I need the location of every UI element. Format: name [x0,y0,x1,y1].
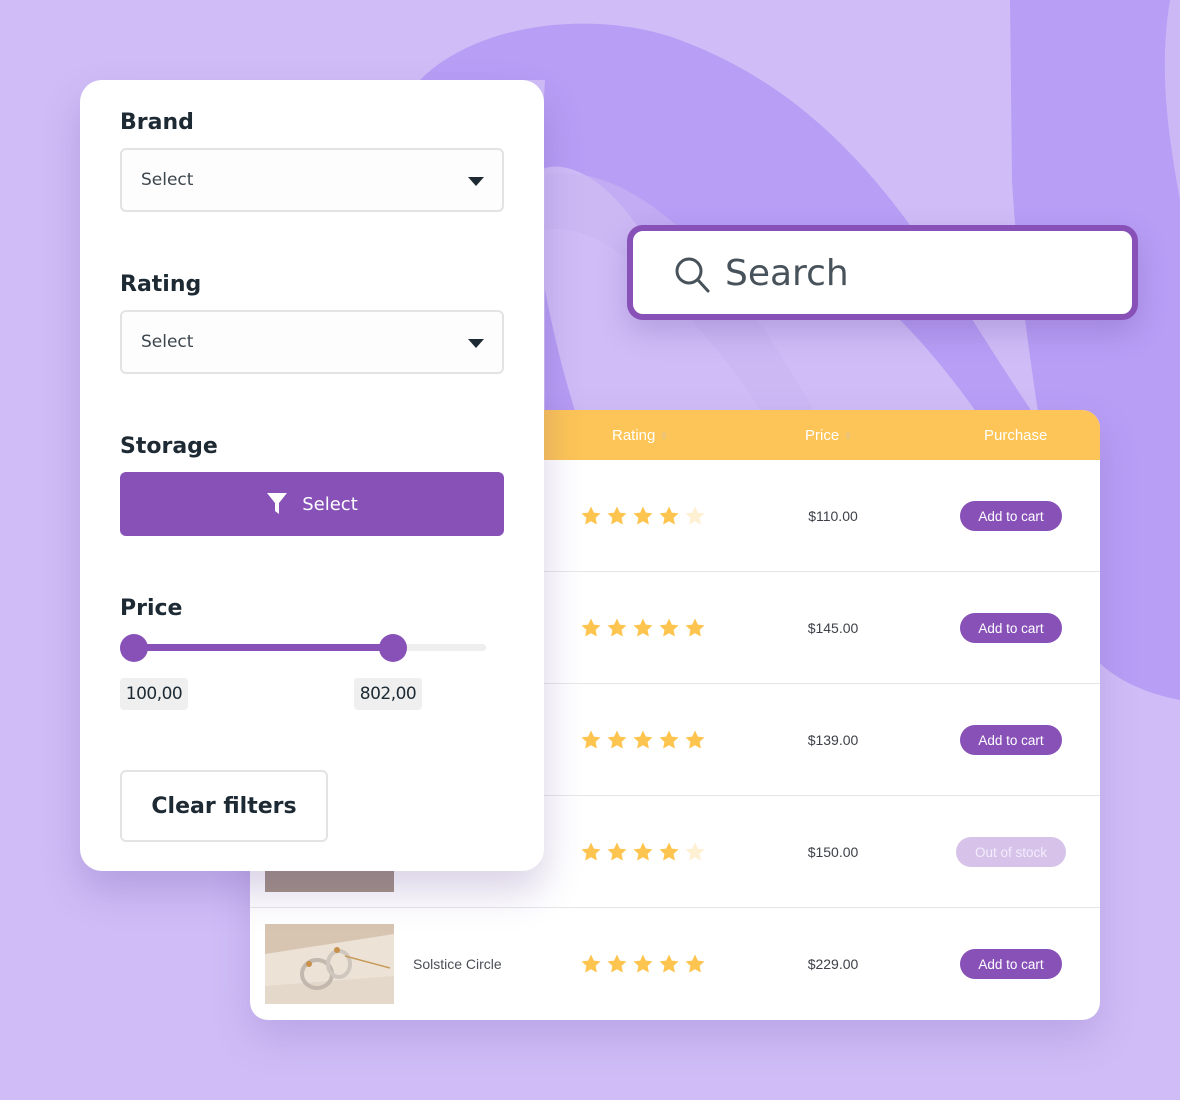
search-icon [675,257,710,293]
price-label: Price [120,596,183,621]
slider-fill [134,644,393,651]
star-filled-icon [607,730,627,749]
star-filled-icon [633,842,653,861]
out-of-stock-button: Out of stock [956,837,1066,867]
table-row: Solstice Circle $229.00 Add to cart [250,908,1100,1020]
column-header-price[interactable]: Price [805,410,852,460]
star-filled-icon [581,506,601,525]
storage-select-button[interactable]: Select [120,472,504,536]
column-header-purchase: Purchase [984,410,1047,460]
search-box[interactable] [627,225,1138,320]
column-header-label: Price [805,426,840,444]
filter-panel: Brand Select Rating Select Storage Selec… [80,80,544,871]
product-price: $150.00 [807,844,859,860]
column-header-label: Purchase [984,426,1048,444]
column-header-label: Rating [612,426,656,444]
star-filled-icon [659,506,679,525]
brand-select-value: Select [141,170,194,190]
product-price: $229.00 [807,956,859,972]
chevron-down-icon [468,177,484,186]
rating-select-value: Select [141,332,194,352]
star-filled-icon [633,730,653,749]
brand-select[interactable]: Select [120,148,504,212]
add-to-cart-button[interactable]: Add to cart [960,613,1062,643]
chevron-down-icon [468,339,484,348]
star-filled-icon [633,954,653,973]
price-range-slider[interactable] [120,633,486,663]
star-filled-icon [607,842,627,861]
star-filled-icon [659,842,679,861]
star-filled-icon [685,954,705,973]
price-max-value: 802,00 [354,678,422,710]
add-to-cart-button[interactable]: Add to cart [960,949,1062,979]
star-empty-icon [685,506,705,525]
storage-label: Storage [120,434,218,459]
product-thumbnail[interactable] [265,924,394,1004]
column-header-rating[interactable]: Rating [612,410,668,460]
product-price: $110.00 [808,508,858,524]
star-filled-icon [685,730,705,749]
search-input[interactable] [725,247,1105,299]
rating-select[interactable]: Select [120,310,504,374]
clear-filters-button[interactable]: Clear filters [120,770,328,842]
add-to-cart-button[interactable]: Add to cart [960,725,1062,755]
star-rating [580,684,706,796]
star-rating [580,572,706,684]
star-filled-icon [581,842,601,861]
star-filled-icon [581,954,601,973]
star-filled-icon [659,730,679,749]
star-rating [580,460,706,572]
star-filled-icon [633,506,653,525]
star-filled-icon [659,954,679,973]
star-filled-icon [581,618,601,637]
funnel-icon [267,493,288,514]
product-price: $139.00 [807,732,859,748]
star-filled-icon [633,618,653,637]
star-filled-icon [685,618,705,637]
product-name[interactable]: Solstice Circle [413,908,502,1020]
star-filled-icon [607,618,627,637]
star-filled-icon [607,954,627,973]
slider-handle-max[interactable] [379,634,407,662]
brand-label: Brand [120,110,194,135]
star-filled-icon [607,506,627,525]
slider-handle-min[interactable] [120,634,148,662]
storage-button-label: Select [302,493,358,515]
rating-label: Rating [120,272,202,297]
add-to-cart-button[interactable]: Add to cart [960,501,1062,531]
star-filled-icon [659,618,679,637]
sort-icon[interactable] [845,430,852,440]
product-price: $145.00 [807,620,859,636]
star-empty-icon [685,842,705,861]
price-min-value: 100,00 [120,678,188,710]
star-rating [580,796,706,908]
star-rating [580,908,706,1020]
sort-icon[interactable] [661,430,668,440]
star-filled-icon [581,730,601,749]
